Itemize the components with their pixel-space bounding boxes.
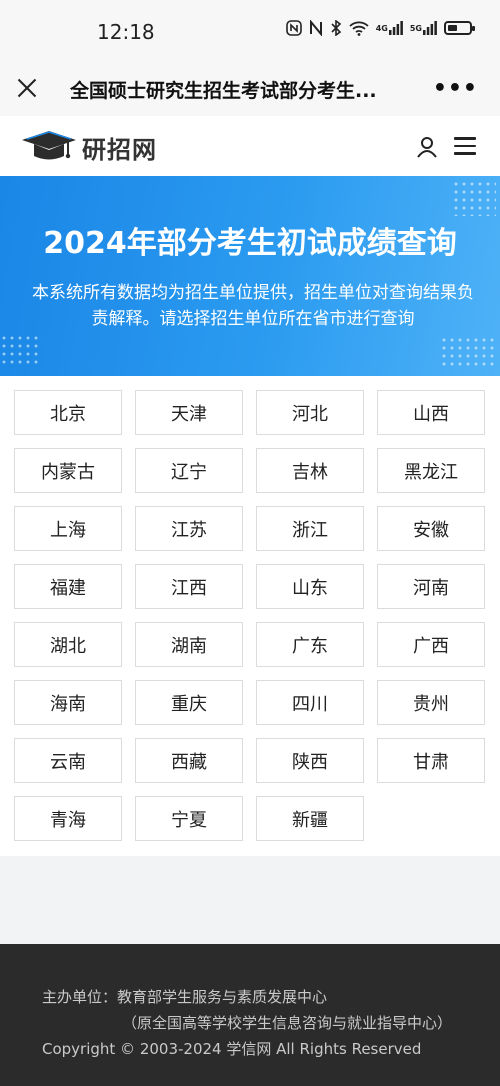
banner-description: 本系统所有数据均为招生单位提供，招生单位对查询结果负责解释。请选择招生单位所在省…	[32, 283, 474, 329]
signal-5g-icon: 5G	[410, 21, 437, 35]
province-button[interactable]: 新疆	[256, 796, 364, 841]
province-button[interactable]: 上海	[14, 506, 122, 551]
province-button[interactable]: 广东	[256, 622, 364, 667]
province-button[interactable]: 黑龙江	[377, 448, 485, 493]
signal-5g-label: 5G	[409, 23, 422, 33]
banner-dots-decoration	[440, 336, 496, 370]
nfc-icon	[285, 20, 302, 36]
province-button[interactable]: 甘肃	[377, 738, 485, 783]
footer-organizer: 主办单位：教育部学生服务与素质发展中心	[42, 988, 328, 1006]
battery-icon	[444, 21, 475, 35]
nfc-n-icon	[309, 20, 323, 36]
bluetooth-icon	[330, 20, 342, 36]
footer-copyright: Copyright © 2003-2024 学信网 All Rights Res…	[42, 1040, 422, 1058]
province-button[interactable]: 天津	[135, 390, 243, 435]
province-button[interactable]: 辽宁	[135, 448, 243, 493]
banner-title: 2024年部分考生初试成绩查询	[43, 226, 457, 261]
signal-4g-label: 4G	[375, 23, 388, 33]
province-grid-section: 北京 天津 河北 山西内蒙古 辽宁 吉林 黑龙江上海 江苏 浙江 安徽福建 江西 山东 河南湖北 湖南 广东…	[0, 376, 500, 856]
province-button[interactable]: 浙江	[256, 506, 364, 551]
province-button[interactable]: 山东	[256, 564, 364, 609]
province-button[interactable]: 福建	[14, 564, 122, 609]
province-button[interactable]: 四川	[256, 680, 364, 725]
status-time: 12:18	[97, 20, 155, 44]
banner-dots-decoration	[0, 334, 40, 368]
province-button[interactable]: 陕西	[256, 738, 364, 783]
province-button[interactable]: 广西	[377, 622, 485, 667]
browser-title-bar: 全国硕士研究生招生考试部分考生... •••	[0, 62, 500, 116]
province-button[interactable]: 海南	[14, 680, 122, 725]
wifi-icon	[349, 20, 369, 36]
page-title: 全国硕士研究生招生考试部分考生...	[70, 80, 377, 102]
user-icon[interactable]	[416, 136, 438, 158]
province-button[interactable]: 北京	[14, 390, 122, 435]
province-button[interactable]: 内蒙古	[14, 448, 122, 493]
province-button[interactable]: 湖北	[14, 622, 122, 667]
hamburger-menu-icon[interactable]	[454, 137, 476, 155]
province-button[interactable]: 安徽	[377, 506, 485, 551]
province-button[interactable]: 山西	[377, 390, 485, 435]
province-button[interactable]: 贵州	[377, 680, 485, 725]
banner-dots-decoration	[452, 180, 496, 216]
graduation-cap-icon	[22, 131, 76, 160]
province-button[interactable]: 宁夏	[135, 796, 243, 841]
province-button[interactable]: 河南	[377, 564, 485, 609]
close-icon[interactable]	[14, 75, 40, 101]
province-grid: 北京 天津 河北 山西内蒙古 辽宁 吉林 黑龙江上海 江苏 浙江 安徽福建 江西 山东 河南湖北 湖南 广东…	[14, 390, 485, 841]
signal-4g-icon: 4G	[376, 21, 403, 35]
province-button[interactable]: 江西	[135, 564, 243, 609]
province-button[interactable]: 湖南	[135, 622, 243, 667]
site-logo-text[interactable]: 研招网	[82, 130, 157, 165]
province-button[interactable]: 西藏	[135, 738, 243, 783]
footer-former-name: （原全国高等学校学生信息咨询与就业指导中心）	[122, 1014, 453, 1032]
province-button[interactable]: 云南	[14, 738, 122, 783]
province-button[interactable]: 重庆	[135, 680, 243, 725]
status-bar: 12:18 4G 5G	[0, 0, 500, 62]
site-header: 研招网	[0, 116, 500, 176]
province-button[interactable]: 吉林	[256, 448, 364, 493]
more-icon[interactable]: •••	[433, 76, 478, 101]
province-button[interactable]: 江苏	[135, 506, 243, 551]
province-button[interactable]: 青海	[14, 796, 122, 841]
province-button[interactable]: 河北	[256, 390, 364, 435]
banner: 2024年部分考生初试成绩查询 本系统所有数据均为招生单位提供，招生单位对查询结…	[0, 176, 500, 376]
footer: 主办单位：教育部学生服务与素质发展中心 （原全国高等学校学生信息咨询与就业指导中…	[0, 944, 500, 1086]
status-icons: 4G 5G	[285, 20, 475, 36]
